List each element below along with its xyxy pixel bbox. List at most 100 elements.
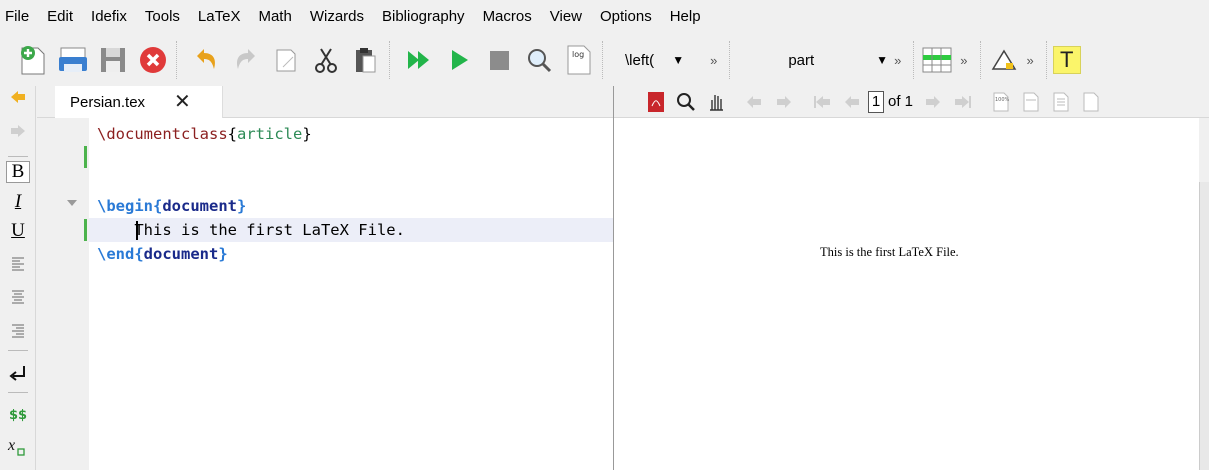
newline-icon[interactable] bbox=[6, 362, 30, 384]
undo-icon[interactable] bbox=[189, 43, 223, 77]
hand-tool-icon[interactable] bbox=[704, 90, 728, 114]
menu-edit[interactable]: Edit bbox=[38, 0, 82, 34]
close-document-icon[interactable] bbox=[136, 43, 170, 77]
menu-tools[interactable]: Tools bbox=[136, 0, 189, 34]
tab-persian-tex[interactable]: Persian.tex ✕ bbox=[55, 86, 223, 118]
zoom-100-icon[interactable]: 100% bbox=[989, 90, 1013, 114]
underline-button[interactable]: U bbox=[6, 220, 30, 242]
bold-button[interactable]: B bbox=[6, 161, 30, 183]
print-icon[interactable] bbox=[56, 43, 90, 77]
divider bbox=[8, 156, 28, 157]
align-center-icon[interactable] bbox=[6, 286, 30, 308]
page-count-label: of 1 bbox=[888, 93, 914, 110]
copy-icon[interactable] bbox=[269, 43, 303, 77]
argument-token: document bbox=[143, 245, 219, 263]
page-number-input[interactable]: 1 bbox=[868, 90, 884, 113]
forward-arrow-icon[interactable] bbox=[772, 90, 796, 114]
pdf-toolbar: 1 of 1 100% bbox=[614, 86, 1209, 118]
stop-icon[interactable] bbox=[482, 43, 516, 77]
left-delimiter-combo[interactable]: \left( ▼ bbox=[625, 43, 684, 77]
paste-icon[interactable] bbox=[349, 43, 383, 77]
left-delimiter-value: \left( bbox=[625, 51, 655, 69]
next-page-icon[interactable] bbox=[921, 90, 945, 114]
pdf-scrollbar[interactable] bbox=[1199, 182, 1209, 470]
italic-button[interactable]: I bbox=[6, 191, 30, 213]
toolbar-separator bbox=[602, 41, 603, 79]
search-icon[interactable] bbox=[674, 90, 698, 114]
toolbar-separator bbox=[1045, 41, 1047, 79]
command-token: \begin bbox=[97, 197, 153, 215]
math-mode-button[interactable]: $$ bbox=[6, 404, 30, 426]
log-label: log bbox=[572, 50, 584, 59]
menu-wizards[interactable]: Wizards bbox=[301, 0, 373, 34]
menu-latex[interactable]: LaTeX bbox=[189, 0, 250, 34]
menu-file[interactable]: File bbox=[0, 0, 38, 34]
text-format-icon[interactable]: T bbox=[1052, 46, 1081, 74]
editor-gutter bbox=[37, 118, 89, 470]
structure-value: part bbox=[788, 51, 815, 69]
forward-arrow-icon[interactable] bbox=[6, 120, 30, 142]
build-view-icon[interactable] bbox=[402, 43, 436, 77]
cut-icon[interactable] bbox=[309, 43, 343, 77]
log-icon[interactable]: log bbox=[562, 43, 596, 77]
fold-arrow-icon[interactable] bbox=[67, 200, 77, 206]
menu-options[interactable]: Options bbox=[591, 0, 661, 34]
structure-combo[interactable]: part ▼ bbox=[788, 43, 888, 77]
subscript-icon[interactable]: x bbox=[6, 436, 30, 458]
view-magnifier-icon[interactable] bbox=[522, 43, 556, 77]
text-cursor bbox=[136, 221, 138, 240]
toolbar-separator bbox=[176, 41, 177, 79]
divider bbox=[8, 392, 28, 393]
save-icon[interactable] bbox=[96, 43, 130, 77]
toolbar-separator bbox=[913, 41, 915, 79]
menu-help[interactable]: Help bbox=[661, 0, 710, 34]
align-right-icon[interactable] bbox=[6, 320, 30, 342]
first-page-icon[interactable] bbox=[810, 90, 834, 114]
compile-icon[interactable] bbox=[442, 43, 476, 77]
menu-idefix[interactable]: Idefix bbox=[82, 0, 136, 34]
menu-bibliography[interactable]: Bibliography bbox=[373, 0, 474, 34]
back-arrow-icon[interactable] bbox=[742, 90, 766, 114]
menu-view[interactable]: View bbox=[541, 0, 591, 34]
pdf-icon[interactable] bbox=[644, 90, 668, 114]
editor-tab-bar: Persian.tex ✕ bbox=[37, 86, 613, 118]
page-view-icon[interactable] bbox=[1079, 90, 1103, 114]
menu-math[interactable]: Math bbox=[249, 0, 300, 34]
menu-bar: File Edit Idefix Tools LaTeX Math Wizard… bbox=[0, 0, 1209, 34]
menu-macros[interactable]: Macros bbox=[474, 0, 541, 34]
triangle-shape-icon[interactable] bbox=[987, 43, 1021, 77]
command-token: \end bbox=[97, 245, 135, 263]
command-token: \documentclass bbox=[97, 125, 228, 143]
left-toolbar: B I U $$ x bbox=[0, 86, 36, 470]
toolbar-separator bbox=[979, 41, 981, 79]
toolbar-separator bbox=[389, 41, 390, 79]
main-toolbar: log \left( ▼ » part ▼ » » » T bbox=[0, 34, 1209, 86]
toolbar-overflow-icon[interactable]: » bbox=[888, 53, 907, 68]
code-line-1: \documentclass{article} bbox=[97, 125, 312, 143]
dropdown-arrow-icon: ▼ bbox=[876, 53, 889, 67]
pdf-viewer[interactable] bbox=[614, 118, 1199, 470]
divider bbox=[8, 350, 28, 351]
close-icon[interactable]: ✕ bbox=[174, 92, 191, 112]
code-line-3: \begin{document} bbox=[97, 197, 247, 215]
back-arrow-icon[interactable] bbox=[6, 86, 30, 108]
fit-width-icon[interactable] bbox=[1019, 90, 1043, 114]
toolbar-separator bbox=[729, 41, 731, 79]
change-marker bbox=[84, 146, 87, 168]
code-line-4: This is the first LaTeX File. bbox=[97, 221, 405, 239]
previous-page-icon[interactable] bbox=[840, 90, 864, 114]
argument-token: article bbox=[237, 125, 303, 143]
fit-page-icon[interactable] bbox=[1049, 90, 1073, 114]
code-editor[interactable]: \documentclass{article} \begin{document}… bbox=[37, 118, 613, 470]
align-left-icon[interactable] bbox=[6, 253, 30, 275]
last-page-icon[interactable] bbox=[951, 90, 975, 114]
toolbar-overflow-icon[interactable]: » bbox=[1021, 53, 1040, 68]
svg-text:100%: 100% bbox=[995, 97, 1010, 103]
table-icon[interactable] bbox=[920, 43, 954, 77]
toolbar-overflow-icon[interactable]: » bbox=[954, 53, 973, 68]
new-file-icon[interactable] bbox=[16, 43, 50, 77]
tab-title: Persian.tex bbox=[70, 93, 146, 111]
redo-icon[interactable] bbox=[229, 43, 263, 77]
code-line-5: \end{document} bbox=[97, 245, 228, 263]
toolbar-overflow-icon[interactable]: » bbox=[704, 53, 723, 68]
